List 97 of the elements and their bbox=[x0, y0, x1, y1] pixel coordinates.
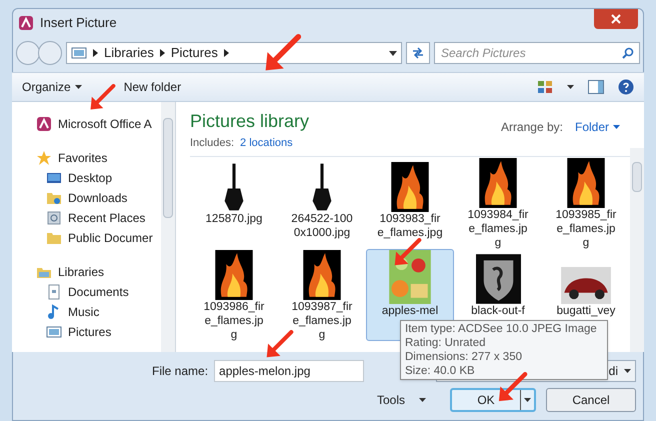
caret-icon bbox=[613, 125, 620, 129]
file-name: black-out-f bbox=[471, 304, 525, 318]
library-title: Pictures library bbox=[190, 110, 310, 133]
caret-icon bbox=[624, 369, 631, 373]
document-icon bbox=[46, 284, 62, 300]
tools-menu-button[interactable]: Tools bbox=[376, 391, 426, 409]
caret-icon bbox=[419, 398, 426, 402]
chevron-icon bbox=[93, 49, 98, 57]
nav-item[interactable]: Music bbox=[36, 302, 159, 322]
scrollbar[interactable] bbox=[630, 148, 644, 352]
search-icon bbox=[622, 47, 634, 59]
file-item[interactable]: 1093985_fir e_flames.jp g bbox=[542, 156, 630, 248]
file-name: g bbox=[494, 236, 502, 250]
flames-thumbnail bbox=[215, 250, 253, 300]
cancel-button[interactable]: Cancel bbox=[546, 388, 636, 412]
file-name: e_flames.jp bbox=[468, 222, 528, 236]
nav-item[interactable]: Pictures bbox=[36, 322, 159, 342]
address-bar[interactable]: Libraries Pictures bbox=[66, 42, 402, 64]
file-item[interactable]: 1093986_fir e_flames.jp g bbox=[190, 248, 278, 340]
file-name-field[interactable]: apples-melon.jpg bbox=[214, 360, 364, 382]
file-name: e_flames.jp bbox=[556, 222, 616, 236]
organize-menu-button[interactable]: Organize bbox=[22, 78, 82, 96]
file-name: 1093984_fir bbox=[468, 208, 528, 222]
app-logo-icon bbox=[36, 116, 52, 132]
caret-icon bbox=[74, 85, 82, 89]
car-thumbnail bbox=[561, 266, 611, 304]
caret-icon bbox=[524, 398, 531, 402]
file-name: bugatti_vey bbox=[556, 304, 616, 318]
chevron-icon bbox=[160, 49, 165, 57]
dropdown-caret-icon bbox=[389, 50, 397, 56]
nav-item[interactable]: Favorites bbox=[36, 148, 159, 168]
locations-link[interactable]: 2 locations bbox=[240, 135, 293, 152]
includes-label: Includes: bbox=[190, 136, 234, 151]
pictures-icon bbox=[46, 324, 62, 340]
annotation-arrow bbox=[392, 238, 422, 268]
breadcrumb[interactable]: Libraries bbox=[104, 43, 154, 63]
preview-pane-icon[interactable] bbox=[588, 80, 604, 94]
annotation-arrow bbox=[496, 372, 528, 404]
nav-item[interactable]: Public Documer bbox=[36, 228, 159, 248]
tooltip-line: Size: 40.0 KB bbox=[405, 364, 476, 378]
app-logo-icon bbox=[18, 15, 34, 31]
chevron-icon[interactable] bbox=[224, 49, 229, 57]
search-field[interactable]: Search Pictures bbox=[434, 42, 640, 64]
flames-thumbnail bbox=[479, 158, 517, 208]
nav-item[interactable]: Libraries bbox=[36, 262, 159, 282]
close-icon bbox=[611, 14, 621, 24]
breadcrumb[interactable]: Pictures bbox=[170, 43, 218, 63]
nav-item[interactable]: Desktop bbox=[36, 168, 159, 188]
flames-thumbnail bbox=[567, 158, 605, 208]
recent-places-icon bbox=[46, 210, 62, 226]
caret-icon[interactable] bbox=[567, 85, 574, 89]
file-name: 1093985_fir bbox=[556, 208, 616, 222]
refresh-button[interactable] bbox=[406, 42, 430, 64]
file-name: e_flames.jpg bbox=[377, 226, 443, 240]
produce-photo-thumbnail bbox=[389, 250, 431, 304]
star-icon bbox=[36, 150, 52, 166]
nav-item[interactable]: Microsoft Office A bbox=[36, 114, 159, 134]
file-name: 1093986_fir bbox=[204, 300, 264, 314]
view-options-icon[interactable] bbox=[537, 80, 553, 94]
file-name: 264522-100 bbox=[291, 212, 353, 226]
folder-icon bbox=[46, 190, 62, 206]
file-item[interactable]: 1093983_fir e_flames.jpg bbox=[366, 156, 454, 248]
annotation-arrow bbox=[264, 330, 294, 360]
help-icon[interactable] bbox=[618, 79, 634, 95]
nav-item[interactable]: Documents bbox=[36, 282, 159, 302]
folder-icon bbox=[46, 230, 62, 246]
shield-emblem-thumbnail bbox=[476, 254, 520, 304]
file-item[interactable]: 264522-100 0x1000.jpg bbox=[278, 156, 366, 248]
file-name: 125870.jpg bbox=[206, 212, 262, 226]
file-name: e_flames.jp bbox=[292, 314, 352, 328]
arrange-by-label: Arrange by: bbox=[500, 119, 563, 136]
pictures-icon bbox=[71, 45, 87, 61]
file-item[interactable]: 125870.jpg bbox=[190, 156, 278, 248]
file-name: g bbox=[582, 236, 590, 250]
file-name: 1093983_fir bbox=[380, 212, 440, 226]
scrollbar[interactable] bbox=[161, 102, 175, 352]
new-folder-button[interactable]: New folder bbox=[124, 78, 182, 96]
desktop-icon bbox=[46, 170, 62, 186]
tooltip-line: Dimensions: 277 x 350 bbox=[405, 350, 523, 364]
nav-item[interactable]: Downloads bbox=[36, 188, 159, 208]
flames-thumbnail bbox=[391, 162, 429, 212]
refresh-icon bbox=[411, 47, 425, 59]
window-title: Insert Picture bbox=[40, 14, 117, 32]
file-name: 1093987_fir bbox=[292, 300, 352, 314]
file-name: g bbox=[230, 328, 238, 342]
file-item[interactable]: 1093984_fir e_flames.jp g bbox=[454, 156, 542, 248]
file-name: 0x1000.jpg bbox=[294, 226, 350, 240]
flames-thumbnail bbox=[303, 250, 341, 300]
annotation-arrow bbox=[88, 84, 116, 112]
file-item[interactable]: 1093987_fir e_flames.jp g bbox=[278, 248, 366, 340]
ok-button[interactable]: OK bbox=[450, 388, 536, 412]
arrange-by-dropdown[interactable]: Folder bbox=[574, 118, 620, 136]
file-name: apples-mel bbox=[382, 304, 438, 318]
file-name-label: File name: bbox=[152, 363, 208, 380]
file-name: g bbox=[318, 328, 326, 342]
nav-item[interactable]: Recent Places bbox=[36, 208, 159, 228]
file-name: e_flames.jp bbox=[204, 314, 264, 328]
